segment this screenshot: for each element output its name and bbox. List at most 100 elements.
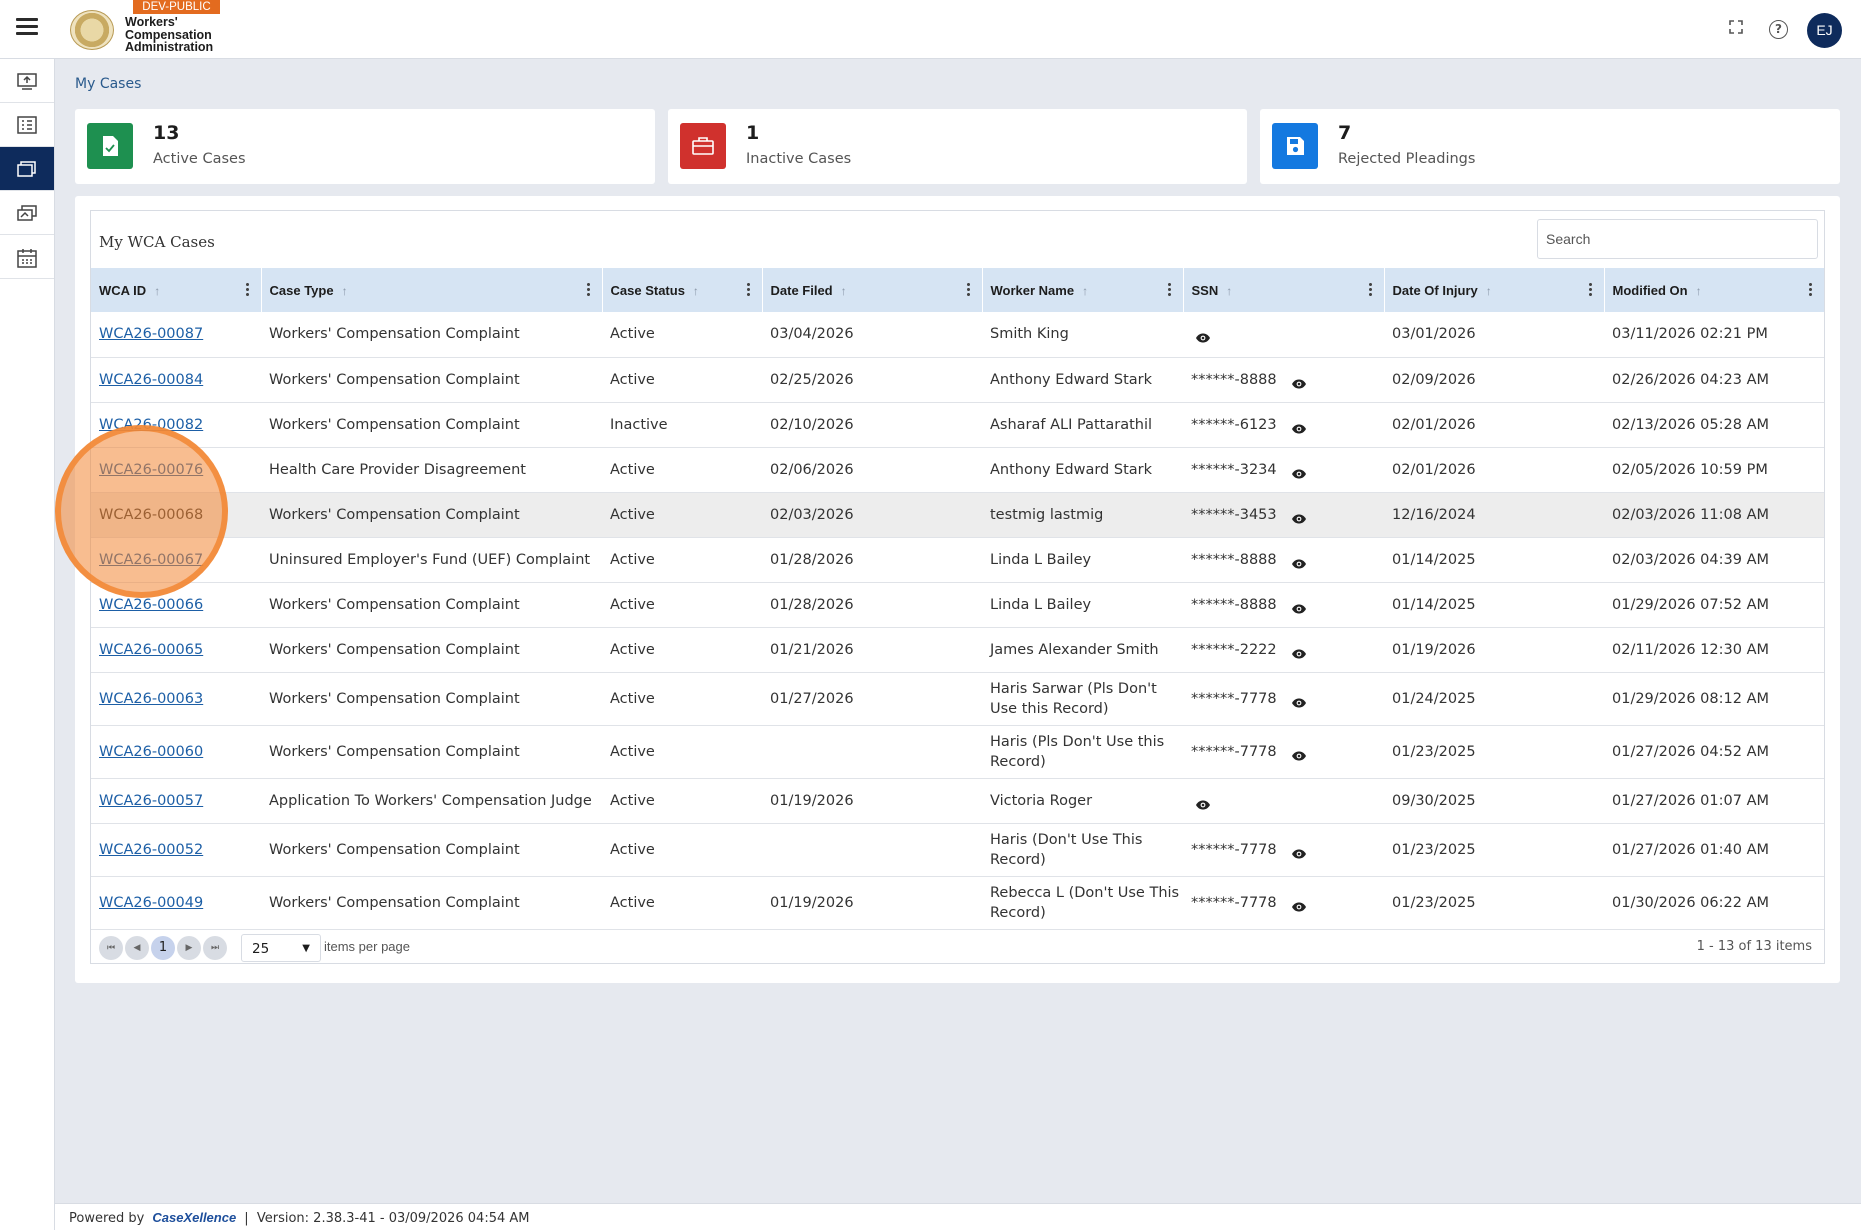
- column-menu-icon[interactable]: [245, 282, 249, 296]
- table-row[interactable]: WCA26-00066 Workers' Compensation Complai…: [91, 582, 1824, 628]
- sort-arrow-icon[interactable]: ↑: [1082, 284, 1088, 298]
- eye-icon[interactable]: [1291, 375, 1307, 388]
- wca-id-link[interactable]: WCA26-00063: [99, 691, 203, 707]
- sort-arrow-icon[interactable]: ↑: [1486, 284, 1492, 298]
- wca-id-link[interactable]: WCA26-00067: [99, 552, 203, 568]
- eye-icon[interactable]: [1195, 329, 1211, 343]
- search-input[interactable]: [1537, 219, 1818, 259]
- eye-icon[interactable]: [1291, 465, 1307, 478]
- eye-icon[interactable]: [1291, 645, 1307, 658]
- column-menu-icon[interactable]: [746, 282, 750, 296]
- column-header[interactable]: Case Type ↑: [261, 268, 603, 312]
- wca-id-link[interactable]: WCA26-00087: [99, 326, 203, 342]
- worker-name-cell: Rebecca L (Don't Use This Record): [982, 876, 1183, 930]
- worker-name-cell: James Alexander Smith: [982, 627, 1183, 673]
- table-row[interactable]: WCA26-00052 Workers' Compensation Complai…: [91, 823, 1824, 877]
- column-header[interactable]: WCA ID ↑: [91, 268, 262, 312]
- sort-arrow-icon[interactable]: ↑: [1696, 284, 1702, 298]
- sort-arrow-icon[interactable]: ↑: [693, 284, 699, 298]
- prev-page-icon[interactable]: ◀: [125, 936, 149, 960]
- sort-arrow-icon[interactable]: ↑: [154, 284, 160, 298]
- column-header[interactable]: Case Status ↑: [602, 268, 763, 312]
- wca-id-link[interactable]: WCA26-00057: [99, 793, 203, 809]
- column-menu-icon[interactable]: [1368, 282, 1372, 296]
- column-menu-icon[interactable]: [966, 282, 970, 296]
- menu-icon[interactable]: [16, 18, 38, 36]
- avatar[interactable]: EJ: [1807, 13, 1842, 48]
- wca-id-link[interactable]: WCA26-00076: [99, 462, 203, 478]
- wca-id-link[interactable]: WCA26-00065: [99, 642, 203, 658]
- sidebar-item-upload[interactable]: [0, 59, 54, 103]
- table-row[interactable]: WCA26-00060 Workers' Compensation Complai…: [91, 725, 1824, 779]
- eye-icon[interactable]: [1291, 555, 1307, 568]
- eye-icon[interactable]: [1291, 747, 1307, 760]
- wca-id-cell: WCA26-00067: [91, 537, 261, 583]
- case-type-cell: Workers' Compensation Complaint: [261, 823, 602, 877]
- eye-icon[interactable]: [1291, 694, 1307, 707]
- eye-icon[interactable]: [1291, 845, 1307, 858]
- sidebar-item-documents[interactable]: [0, 191, 54, 235]
- last-page-icon[interactable]: ⏭: [203, 936, 227, 960]
- cases-grid: My WCA Cases WCA ID ↑ Case Type ↑ Case Sta…: [90, 210, 1825, 964]
- column-header[interactable]: Date Filed ↑: [762, 268, 983, 312]
- column-menu-icon[interactable]: [1588, 282, 1592, 296]
- date-of-injury-cell: 01/14/2025: [1384, 537, 1604, 583]
- table-row[interactable]: WCA26-00065 Workers' Compensation Complai…: [91, 627, 1824, 673]
- eye-icon[interactable]: [1291, 600, 1307, 613]
- first-page-icon[interactable]: ⏮: [99, 936, 123, 960]
- sort-arrow-icon[interactable]: ↑: [1226, 284, 1232, 298]
- wca-id-link[interactable]: WCA26-00082: [99, 417, 203, 433]
- wca-id-link[interactable]: WCA26-00084: [99, 372, 203, 388]
- briefcase-icon: [680, 123, 726, 169]
- column-header[interactable]: Modified On ↑: [1604, 268, 1824, 312]
- case-status-cell: Active: [602, 778, 762, 824]
- inactive-cases-count: 1: [746, 122, 760, 144]
- ssn-cell: ******-8888: [1183, 537, 1384, 583]
- wca-id-cell: WCA26-00076: [91, 447, 261, 493]
- active-cases-card[interactable]: 13 Active Cases: [75, 109, 655, 184]
- eye-icon[interactable]: [1291, 420, 1307, 433]
- wca-id-link[interactable]: WCA26-00066: [99, 597, 203, 613]
- wca-id-link[interactable]: WCA26-00052: [99, 842, 203, 858]
- table-row[interactable]: WCA26-00076 Health Care Provider Disagree…: [91, 447, 1824, 493]
- column-menu-icon[interactable]: [1809, 282, 1812, 296]
- sidebar-item-my-cases[interactable]: [0, 147, 54, 191]
- page-size-select[interactable]: 25 ▼: [241, 934, 321, 962]
- inactive-cases-card[interactable]: 1 Inactive Cases: [668, 109, 1247, 184]
- table-row[interactable]: WCA26-00067 Uninsured Employer's Fund (UE…: [91, 537, 1824, 583]
- sidebar-item-calendar[interactable]: [0, 235, 54, 279]
- checklist-icon: [17, 116, 37, 134]
- table-row[interactable]: WCA26-00057 Application To Workers' Compe…: [91, 778, 1824, 824]
- table-row[interactable]: WCA26-00087 Workers' Compensation Complai…: [91, 312, 1824, 358]
- item-count: 1 - 13 of 13 items: [1696, 939, 1812, 954]
- help-icon[interactable]: ?: [1769, 20, 1788, 39]
- table-row[interactable]: WCA26-00082 Workers' Compensation Complai…: [91, 402, 1824, 448]
- table-row[interactable]: WCA26-00063 Workers' Compensation Complai…: [91, 672, 1824, 726]
- column-menu-icon[interactable]: [1167, 282, 1171, 296]
- wca-id-link[interactable]: WCA26-00049: [99, 895, 203, 911]
- table-row[interactable]: WCA26-00068 Workers' Compensation Complai…: [91, 492, 1824, 538]
- column-header[interactable]: Worker Name ↑: [982, 268, 1184, 312]
- wca-id-cell: WCA26-00060: [91, 725, 261, 779]
- page-number-button[interactable]: 1: [151, 936, 175, 960]
- sort-arrow-icon[interactable]: ↑: [841, 284, 847, 298]
- column-header[interactable]: SSN ↑: [1183, 268, 1385, 312]
- fullscreen-icon[interactable]: [1725, 18, 1747, 40]
- rejected-pleadings-card[interactable]: 7 Rejected Pleadings: [1260, 109, 1840, 184]
- ssn-cell: ******-7778: [1183, 876, 1384, 930]
- sort-arrow-icon[interactable]: ↑: [342, 284, 348, 298]
- case-status-cell: Active: [602, 312, 762, 358]
- eye-icon[interactable]: [1291, 510, 1307, 523]
- wca-id-link[interactable]: WCA26-00060: [99, 744, 203, 760]
- eye-icon[interactable]: [1291, 898, 1307, 911]
- ssn-masked: ******-2222: [1191, 641, 1277, 658]
- column-menu-icon[interactable]: [586, 282, 590, 296]
- table-row[interactable]: WCA26-00049 Workers' Compensation Complai…: [91, 876, 1824, 930]
- sidebar-item-list[interactable]: [0, 103, 54, 147]
- table-row[interactable]: WCA26-00084 Workers' Compensation Complai…: [91, 357, 1824, 403]
- eye-icon[interactable]: [1195, 796, 1211, 809]
- column-header[interactable]: Date Of Injury ↑: [1384, 268, 1605, 312]
- breadcrumb[interactable]: My Cases: [75, 76, 141, 92]
- next-page-icon[interactable]: ▶: [177, 936, 201, 960]
- date-of-injury-cell: 01/24/2025: [1384, 672, 1604, 726]
